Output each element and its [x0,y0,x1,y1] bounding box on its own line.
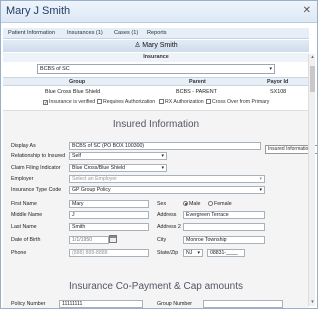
column-group: Group [69,79,86,85]
insurance-type-label: Insurance Type Code [11,187,62,193]
address-label: Address [157,212,177,218]
date-of-birth-label: Date of Birth [11,237,41,243]
address2-label: Address 2 [157,224,181,230]
scroll-up-icon[interactable]: ▴ [309,54,316,61]
person-icon: ♙ [134,42,141,49]
check-cross-over[interactable]: Cross Over from Primary [206,99,269,105]
insurance-selected: BCBS of SC [40,66,70,72]
calendar-icon[interactable] [109,235,117,243]
insured-information-panel: Insured Information Display As BCBS of S… [3,110,309,308]
scrollbar-thumb[interactable] [310,66,315,92]
policy-number-field[interactable]: 11111111 [59,300,143,308]
checkbox[interactable] [159,99,164,104]
chevron-down-icon: ▾ [269,66,272,72]
phone-label: Phone [11,250,27,256]
close-icon[interactable]: ✕ [303,5,311,16]
title-bar: Mary J Smith ✕ [1,1,317,23]
cell-payor-id: SX108 [270,89,287,95]
group-number-label: Group Number [157,301,193,307]
checkbox[interactable] [97,99,102,104]
column-payor-id: Payor Id [267,79,289,85]
column-parent: Parent [189,79,206,85]
radio-female[interactable] [208,201,213,206]
city-label: City [157,237,167,243]
tab-reports[interactable]: Reports [147,30,167,36]
employer-select[interactable]: Select an Employer [69,175,265,183]
address2-field[interactable] [183,223,265,231]
display-as-field[interactable]: BCBS of SC (PO BOX 100300) [69,142,261,150]
tab-cases[interactable]: Cases (1) [114,30,138,36]
check-requires-authorization[interactable]: Requires Authorization [97,99,155,105]
middle-name-label: Middle Name [11,212,43,218]
state-select[interactable]: NJ [183,249,203,257]
policy-number-label: Policy Number [11,301,46,307]
insured-information-title: Insured Information [112,119,200,130]
insurance-header: Insurance [3,53,309,62]
copay-title: Insurance Co-Payment & Cap amounts [69,281,243,292]
insurance-checks: ✓Insurance is verified Requires Authoriz… [1,98,307,107]
relationship-select[interactable]: Self [69,152,167,160]
tab-bar: Patient Information Insurances (1) Cases… [3,28,309,39]
cell-group: Blue Cross Blue Shield [45,89,101,95]
sex-female-option[interactable]: Female [208,201,232,207]
scrollbar[interactable]: ▴ ▾ [308,54,315,306]
first-name-field[interactable]: Mary [69,200,149,208]
last-name-label: Last Name [11,224,37,230]
checkbox[interactable] [206,99,211,104]
claim-filing-label: Claim Filing Indicator [11,165,61,171]
relationship-label: Relationship to Insured [11,153,66,159]
middle-name-field[interactable]: J [69,211,149,219]
zip-field[interactable]: 08831-____ [207,249,245,257]
sex-male-option[interactable]: Male [183,201,200,207]
patient-name-bar: ♙ Mary Smith [3,40,309,52]
scroll-down-icon[interactable]: ▾ [309,299,316,306]
state-zip-label: State/Zip [157,250,179,256]
insurance-type-select[interactable]: GP Group Policy [69,186,265,194]
patient-window: Mary J Smith ✕ Patient Information Insur… [0,0,318,309]
first-name-label: First Name [11,201,37,207]
sex-label: Sex [157,201,167,207]
tab-patient-information[interactable]: Patient Information [8,30,55,36]
table-row[interactable]: Blue Cross Blue Shield BCBS - PARENT SX1… [3,87,309,97]
last-name-field[interactable]: Smith [69,223,149,231]
city-field[interactable]: Monroe Township [183,236,265,244]
tab-insurances[interactable]: Insurances (1) [67,30,103,36]
check-insurance-verified[interactable]: ✓Insurance is verified [43,99,95,106]
radio-male[interactable] [183,201,188,206]
phone-field[interactable]: (888) 888-8888 [69,249,149,257]
date-of-birth-field[interactable]: 1/1/1950 [69,236,109,244]
checkbox[interactable]: ✓ [43,100,48,106]
employer-label: Employer [11,176,34,182]
cell-parent: BCBS - PARENT [176,89,217,95]
patient-name: Mary Smith [142,42,178,49]
insurance-grid-header: Group Parent Payor Id [3,77,309,86]
check-rx-authorization[interactable]: RX Authorization [159,99,204,105]
group-number-field[interactable] [203,300,283,308]
address-field[interactable]: Evergreen Terrace [183,211,265,219]
display-as-label: Display As [11,143,36,149]
claim-filing-select[interactable]: Blue Cross/Blue Shield [69,164,167,172]
window-title: Mary J Smith [6,5,71,17]
insurance-select[interactable]: BCBS of SC ▾ [37,64,275,74]
